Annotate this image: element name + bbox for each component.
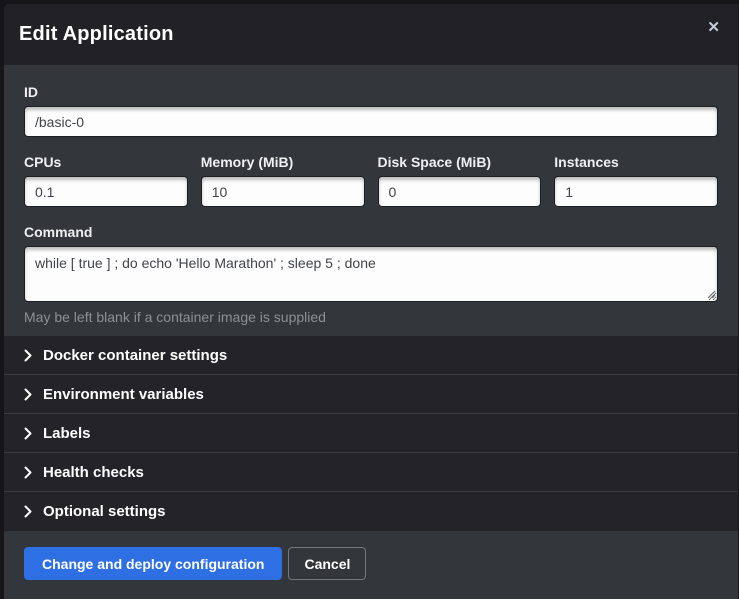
disk-field-group: Disk Space (MiB) [378, 155, 542, 207]
chevron-right-icon [24, 505, 32, 518]
section-optional-settings[interactable]: Optional settings [4, 492, 738, 531]
cpus-field-group: CPUs [24, 155, 188, 207]
chevron-right-icon [24, 349, 32, 362]
section-label: Docker container settings [43, 347, 227, 364]
cancel-button[interactable]: Cancel [288, 547, 366, 580]
accordion-sections: Docker container settings Environment va… [4, 336, 738, 531]
close-icon[interactable]: ✕ [703, 16, 724, 39]
chevron-right-icon [24, 466, 32, 479]
chevron-right-icon [24, 427, 32, 440]
resources-row: CPUs Memory (MiB) Disk Space (MiB) Insta… [24, 155, 718, 207]
section-health-checks[interactable]: Health checks [4, 453, 738, 492]
section-label: Optional settings [43, 503, 166, 520]
chevron-right-icon [24, 388, 32, 401]
command-help-text: May be left blank if a container image i… [24, 309, 718, 325]
instances-input[interactable] [554, 176, 718, 207]
memory-input[interactable] [201, 176, 365, 207]
disk-input[interactable] [378, 176, 542, 207]
command-label: Command [24, 225, 718, 239]
section-labels[interactable]: Labels [4, 414, 738, 453]
cpus-label: CPUs [24, 155, 188, 169]
disk-label: Disk Space (MiB) [378, 155, 542, 169]
command-field-group: Command while [ true ] ; do echo 'Hello … [24, 225, 718, 325]
cpus-input[interactable] [24, 176, 188, 207]
section-environment-variables[interactable]: Environment variables [4, 375, 738, 414]
modal-title: Edit Application [19, 23, 174, 46]
memory-field-group: Memory (MiB) [201, 155, 365, 207]
id-input[interactable] [24, 106, 718, 137]
modal-footer: Change and deploy configuration Cancel [4, 531, 738, 599]
command-textarea[interactable]: while [ true ] ; do echo 'Hello Marathon… [24, 246, 718, 302]
section-label: Health checks [43, 464, 144, 481]
section-docker-container-settings[interactable]: Docker container settings [4, 336, 738, 375]
modal-header: Edit Application ✕ [4, 4, 738, 65]
section-label: Labels [43, 425, 91, 442]
id-label: ID [24, 85, 718, 99]
instances-label: Instances [554, 155, 718, 169]
edit-application-form: ID CPUs Memory (MiB) Disk Space (MiB) In… [4, 65, 738, 336]
id-field-group: ID [24, 85, 718, 137]
instances-field-group: Instances [554, 155, 718, 207]
section-label: Environment variables [43, 386, 204, 403]
memory-label: Memory (MiB) [201, 155, 365, 169]
change-and-deploy-button[interactable]: Change and deploy configuration [24, 547, 282, 580]
edit-application-modal: Edit Application ✕ ID CPUs Memory (MiB) … [4, 4, 738, 599]
